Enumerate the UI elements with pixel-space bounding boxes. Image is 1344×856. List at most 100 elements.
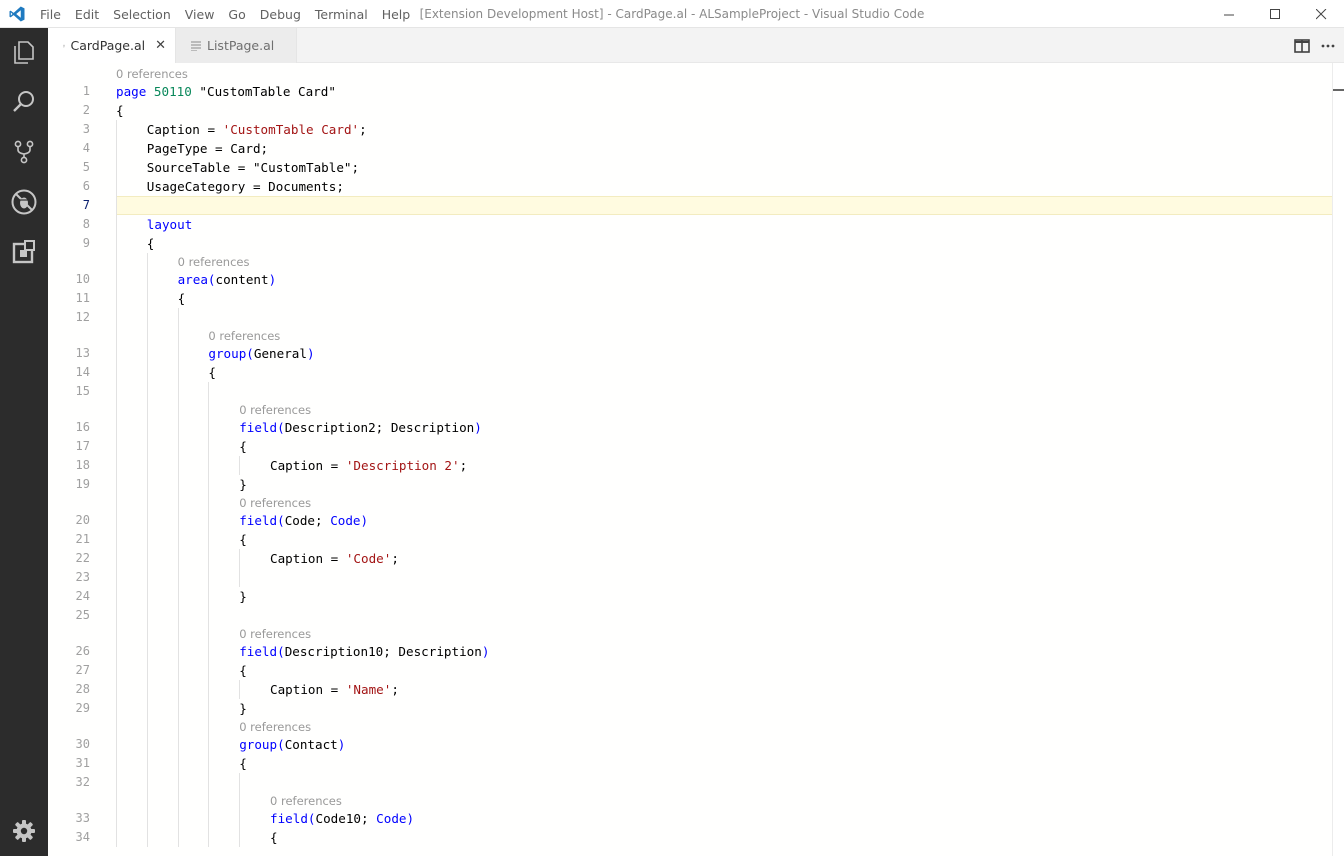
indent-guide [146,253,148,847]
menu-edit[interactable]: Edit [68,7,106,22]
line-number: 10 [75,272,90,286]
activity-explorer[interactable] [0,28,48,76]
code-token-id: Caption = [270,682,346,697]
codelens-references[interactable]: 0 references [178,254,250,271]
indent-guide [116,120,117,215]
code-token-id: SourceTable = "CustomTable"; [146,160,360,175]
line-number: 6 [82,179,90,193]
code-line: layout [147,215,193,234]
close-tab-icon[interactable]: ✕ [155,38,166,53]
code-token-kw: ) [268,272,277,287]
debug-icon [11,189,37,215]
indent-guide [239,549,241,587]
line-number: 4 [82,141,90,155]
more-actions-icon[interactable] [1320,38,1336,54]
code-token-id: Contact [284,737,338,752]
minimize-button[interactable] [1206,0,1252,28]
line-number: 2 [82,103,90,117]
line-number: 30 [75,737,90,751]
line-number: 29 [75,701,90,715]
code-line: field(Description10; Description) [239,642,489,661]
code-token-kw: layout [146,217,193,232]
code-token-id: Caption = [270,458,346,473]
menu-terminal[interactable]: Terminal [308,7,375,22]
codelens-references[interactable]: 0 references [270,793,342,810]
menu-go[interactable]: Go [221,7,252,22]
gear-icon [13,820,35,842]
code-line: { [239,661,247,680]
line-number: 19 [75,477,90,491]
code-token-id: { [239,532,247,547]
activity-source-control[interactable] [0,128,48,176]
split-editor-icon[interactable] [1294,38,1310,54]
code-token-str: 'CustomTable Card' [222,122,360,137]
line-number: 9 [82,236,90,250]
code-token-id: UsageCategory = Documents; [146,179,344,194]
code-token-kw: Code) [330,513,369,528]
line-number: 21 [75,532,90,546]
menu-bar: File Edit Selection View Go Debug Termin… [33,0,417,28]
code-token-id: Code10; [315,811,377,826]
activity-extensions[interactable] [0,228,48,276]
editor-scrollbar[interactable] [1332,63,1344,856]
code-token-id: "CustomTable Card" [199,84,336,99]
line-number: 14 [75,365,90,379]
code-token-kw: page [116,84,154,99]
menu-debug[interactable]: Debug [253,7,308,22]
code-token-id: { [146,236,155,251]
codelens-references[interactable]: 0 references [116,66,188,83]
code-token-kw: ) [337,737,346,752]
code-token-kw: ) [306,346,315,361]
editor-tabs: CardPage.al ✕ ListPage.al [48,28,1344,63]
tab-label: ListPage.al [207,38,275,53]
code-token-id: { [208,365,216,380]
codelens-references[interactable]: 0 references [239,626,311,643]
code-line: page 50110 "CustomTable Card" [116,82,336,101]
code-line: field(Code10; Code) [270,809,414,828]
activity-debug[interactable] [0,178,48,226]
code-token-str: 'Name' [345,682,392,697]
close-window-button[interactable] [1298,0,1344,28]
codelens-references[interactable]: 0 references [239,495,311,512]
menu-help[interactable]: Help [375,7,418,22]
code-line: Caption = 'CustomTable Card'; [147,120,367,139]
code-token-id: Description2; Description [284,420,475,435]
code-token-id: Caption = [270,551,346,566]
code-line: { [239,754,247,773]
codelens-references[interactable]: 0 references [239,719,311,736]
tab-listpage[interactable]: ListPage.al [176,28,297,63]
menu-file[interactable]: File [33,7,68,22]
tab-label: CardPage.al [70,38,146,53]
code-token-id: content [215,272,269,287]
code-token-str: 'Code' [345,551,392,566]
indent-guide [177,308,179,847]
line-number: 17 [75,439,90,453]
line-number: 33 [75,811,90,825]
code-line: Caption = 'Code'; [270,549,399,568]
codelens-references[interactable]: 0 references [208,328,280,345]
code-token-kw: field( [239,420,285,435]
tab-cardpage[interactable]: CardPage.al ✕ [48,28,176,63]
menu-view[interactable]: View [178,7,222,22]
line-number: 20 [75,513,90,527]
line-number: 8 [82,217,90,231]
line-number: 15 [75,384,90,398]
code-line: field(Description2; Description) [239,418,482,437]
maximize-button[interactable] [1252,0,1298,28]
code-line: { [239,530,247,549]
code-token-id: } [239,589,247,604]
menu-selection[interactable]: Selection [106,7,178,22]
activity-manage[interactable] [0,807,48,855]
code-line: } [239,699,247,718]
code-editor[interactable]: 0 references 1 page 50110 "CustomTable Car… [48,63,1332,856]
activity-search[interactable] [0,78,48,126]
line-number: 13 [75,346,90,360]
codelens-references[interactable]: 0 references [239,402,311,419]
code-line: } [239,475,247,494]
indent-guide [239,680,241,699]
code-line: SourceTable = "CustomTable"; [147,158,359,177]
current-line-highlight [116,196,1332,215]
code-token-id: { [116,103,124,118]
code-token-id: General [253,346,307,361]
window-controls [1206,0,1344,28]
